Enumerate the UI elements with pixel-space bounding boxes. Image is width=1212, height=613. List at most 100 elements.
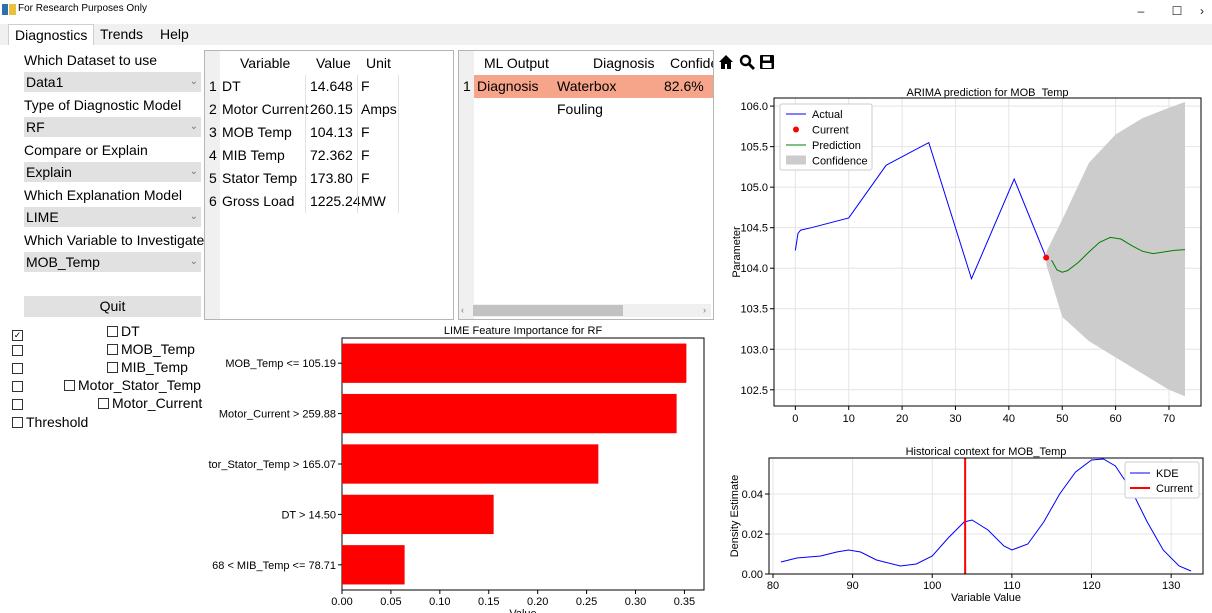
cell-variable: MOB Temp xyxy=(222,124,292,140)
grid-divider xyxy=(305,75,306,213)
x-tick-label: 50 xyxy=(1056,413,1068,424)
cell-value: 14.648 xyxy=(310,78,353,94)
table-row[interactable]: 3 MOB Temp 104.13 F xyxy=(205,121,453,144)
column-header: Diagnosis xyxy=(593,55,655,71)
y-tick-label: 103.5 xyxy=(740,304,768,316)
checkbox-4[interactable] xyxy=(12,379,26,394)
column-header: Confide xyxy=(670,55,714,71)
checkbox-5[interactable] xyxy=(12,397,26,412)
bar xyxy=(342,343,687,383)
x-tick-label: 0.05 xyxy=(380,596,401,608)
minimize-button[interactable]: – xyxy=(1127,0,1155,22)
explain-value: LIME xyxy=(26,209,59,225)
cell-diagnosis: Waterbox Fouling xyxy=(553,75,663,117)
scroll-right-icon[interactable]: › xyxy=(703,305,706,315)
x-tick-label: 60 xyxy=(1109,413,1121,424)
y-tick-label: 0.00 xyxy=(742,569,763,581)
tab-help[interactable]: Help xyxy=(154,24,195,44)
check-motor-stator-temp[interactable]: Motor_Stator_Temp xyxy=(64,377,201,393)
legend-label: Actual xyxy=(812,109,843,121)
legend-swatch xyxy=(786,155,806,165)
table-row[interactable]: 6 Gross Load 1225.24 MW xyxy=(205,190,453,213)
chart-title: ARIMA prediction for MOB_Temp xyxy=(906,87,1068,99)
floppy-icon[interactable] xyxy=(759,54,775,75)
row-index: 2 xyxy=(209,101,217,117)
close-button[interactable]: › xyxy=(1192,0,1212,22)
checkbox-1[interactable]: ✓ xyxy=(12,325,26,341)
tab-trends[interactable]: Trends xyxy=(94,24,149,44)
cell-value: 104.13 xyxy=(310,124,353,140)
x-tick-label: 0.00 xyxy=(331,596,352,608)
scroll-left-icon[interactable]: ‹ xyxy=(461,305,464,315)
checkbox-icon xyxy=(107,362,118,373)
checkbox-icon xyxy=(107,344,118,355)
bar xyxy=(342,545,405,585)
explain-label: Which Explanation Model xyxy=(24,187,182,203)
dataset-select[interactable]: Data1 ⌄ xyxy=(24,72,201,92)
x-tick-label: 80 xyxy=(767,580,779,592)
checkbox-icon xyxy=(64,380,75,391)
bar xyxy=(342,393,677,434)
checkbox-2[interactable] xyxy=(12,343,26,358)
magnifier-icon[interactable] xyxy=(739,54,755,75)
y-tick-label: MOB_Temp <= 105.19 xyxy=(225,358,336,370)
table-header: Variable Value Unit xyxy=(205,52,453,75)
checkbox-icon xyxy=(12,345,23,356)
lime-feature-importance-chart: LIME Feature Importance for RF MOB_Temp <… xyxy=(209,325,705,613)
chevron-down-icon: ⌄ xyxy=(189,76,198,87)
check-mib-temp[interactable]: MIB_Temp xyxy=(107,359,188,375)
x-tick-label: 10 xyxy=(843,413,855,424)
grid-divider xyxy=(398,75,399,213)
ml-output-table: ML Output Diagnosis Confide 1 Diagnosis … xyxy=(458,50,714,320)
grid-divider xyxy=(357,75,358,213)
scrollbar-thumb[interactable] xyxy=(473,305,623,316)
table-row[interactable]: 1 DT 14.648 F xyxy=(205,75,453,98)
legend-swatch xyxy=(793,126,799,133)
y-tick-label: Motor_Current > 259.88 xyxy=(219,409,336,421)
y-tick-label: 0.04 xyxy=(742,489,763,501)
compare-select[interactable]: Explain ⌄ xyxy=(24,162,201,182)
checkbox-icon xyxy=(12,363,23,374)
cell-variable: DT xyxy=(222,78,241,94)
table-row[interactable]: 5 Stator Temp 173.80 F xyxy=(205,167,453,190)
cell-unit: Amps xyxy=(361,101,397,117)
window-title: For Research Purposes Only xyxy=(18,3,147,14)
maximize-button[interactable]: ☐ xyxy=(1163,0,1191,22)
y-tick-label: tor_Stator_Temp > 165.07 xyxy=(209,459,337,471)
current-point xyxy=(1043,254,1050,261)
x-tick-label: 90 xyxy=(846,580,858,592)
quit-button[interactable]: Quit xyxy=(24,296,201,317)
check-mob-temp[interactable]: MOB_Temp xyxy=(107,341,195,357)
cell-variable: Motor Current xyxy=(222,101,309,117)
check-dt[interactable]: DT xyxy=(107,323,140,339)
x-tick-label: 0.20 xyxy=(527,596,548,608)
x-tick-label: 0.10 xyxy=(429,596,450,608)
explain-select[interactable]: LIME ⌄ xyxy=(24,207,201,227)
column-header: Unit xyxy=(366,55,391,71)
variable-select[interactable]: MOB_Temp ⌄ xyxy=(24,252,201,272)
y-axis-label: Parameter xyxy=(731,226,743,278)
x-tick-label: 130 xyxy=(1162,580,1180,592)
bar xyxy=(342,444,599,484)
compare-label: Compare or Explain xyxy=(24,142,148,158)
compare-value: Explain xyxy=(26,164,72,180)
check-threshold[interactable]: Threshold xyxy=(12,414,88,430)
model-select[interactable]: RF ⌄ xyxy=(24,117,201,137)
table-row[interactable]: 4 MIB Temp 72.362 F xyxy=(205,144,453,167)
cell-value: 72.362 xyxy=(310,147,353,163)
cell-confidence: 82.6% xyxy=(663,75,713,98)
x-tick-label: 0.35 xyxy=(674,596,695,608)
checkbox-3[interactable] xyxy=(12,361,26,376)
x-tick-label: 0.15 xyxy=(478,596,499,608)
table-row[interactable]: 1 Diagnosis Waterbox Fouling 82.6% xyxy=(459,75,713,117)
tab-diagnostics[interactable]: Diagnostics xyxy=(8,24,95,45)
chevron-down-icon: ⌄ xyxy=(189,211,198,222)
chevron-down-icon: ⌄ xyxy=(189,166,198,177)
table-row[interactable]: 2 Motor Current 260.15 Amps xyxy=(205,98,453,121)
home-icon[interactable] xyxy=(718,54,734,75)
y-tick-label: DT > 14.50 xyxy=(281,509,336,521)
column-header: Value xyxy=(316,55,351,71)
cell-value: 260.15 xyxy=(310,101,353,117)
variable-label: Which Variable to Investigate xyxy=(24,232,205,248)
model-value: RF xyxy=(26,119,45,135)
